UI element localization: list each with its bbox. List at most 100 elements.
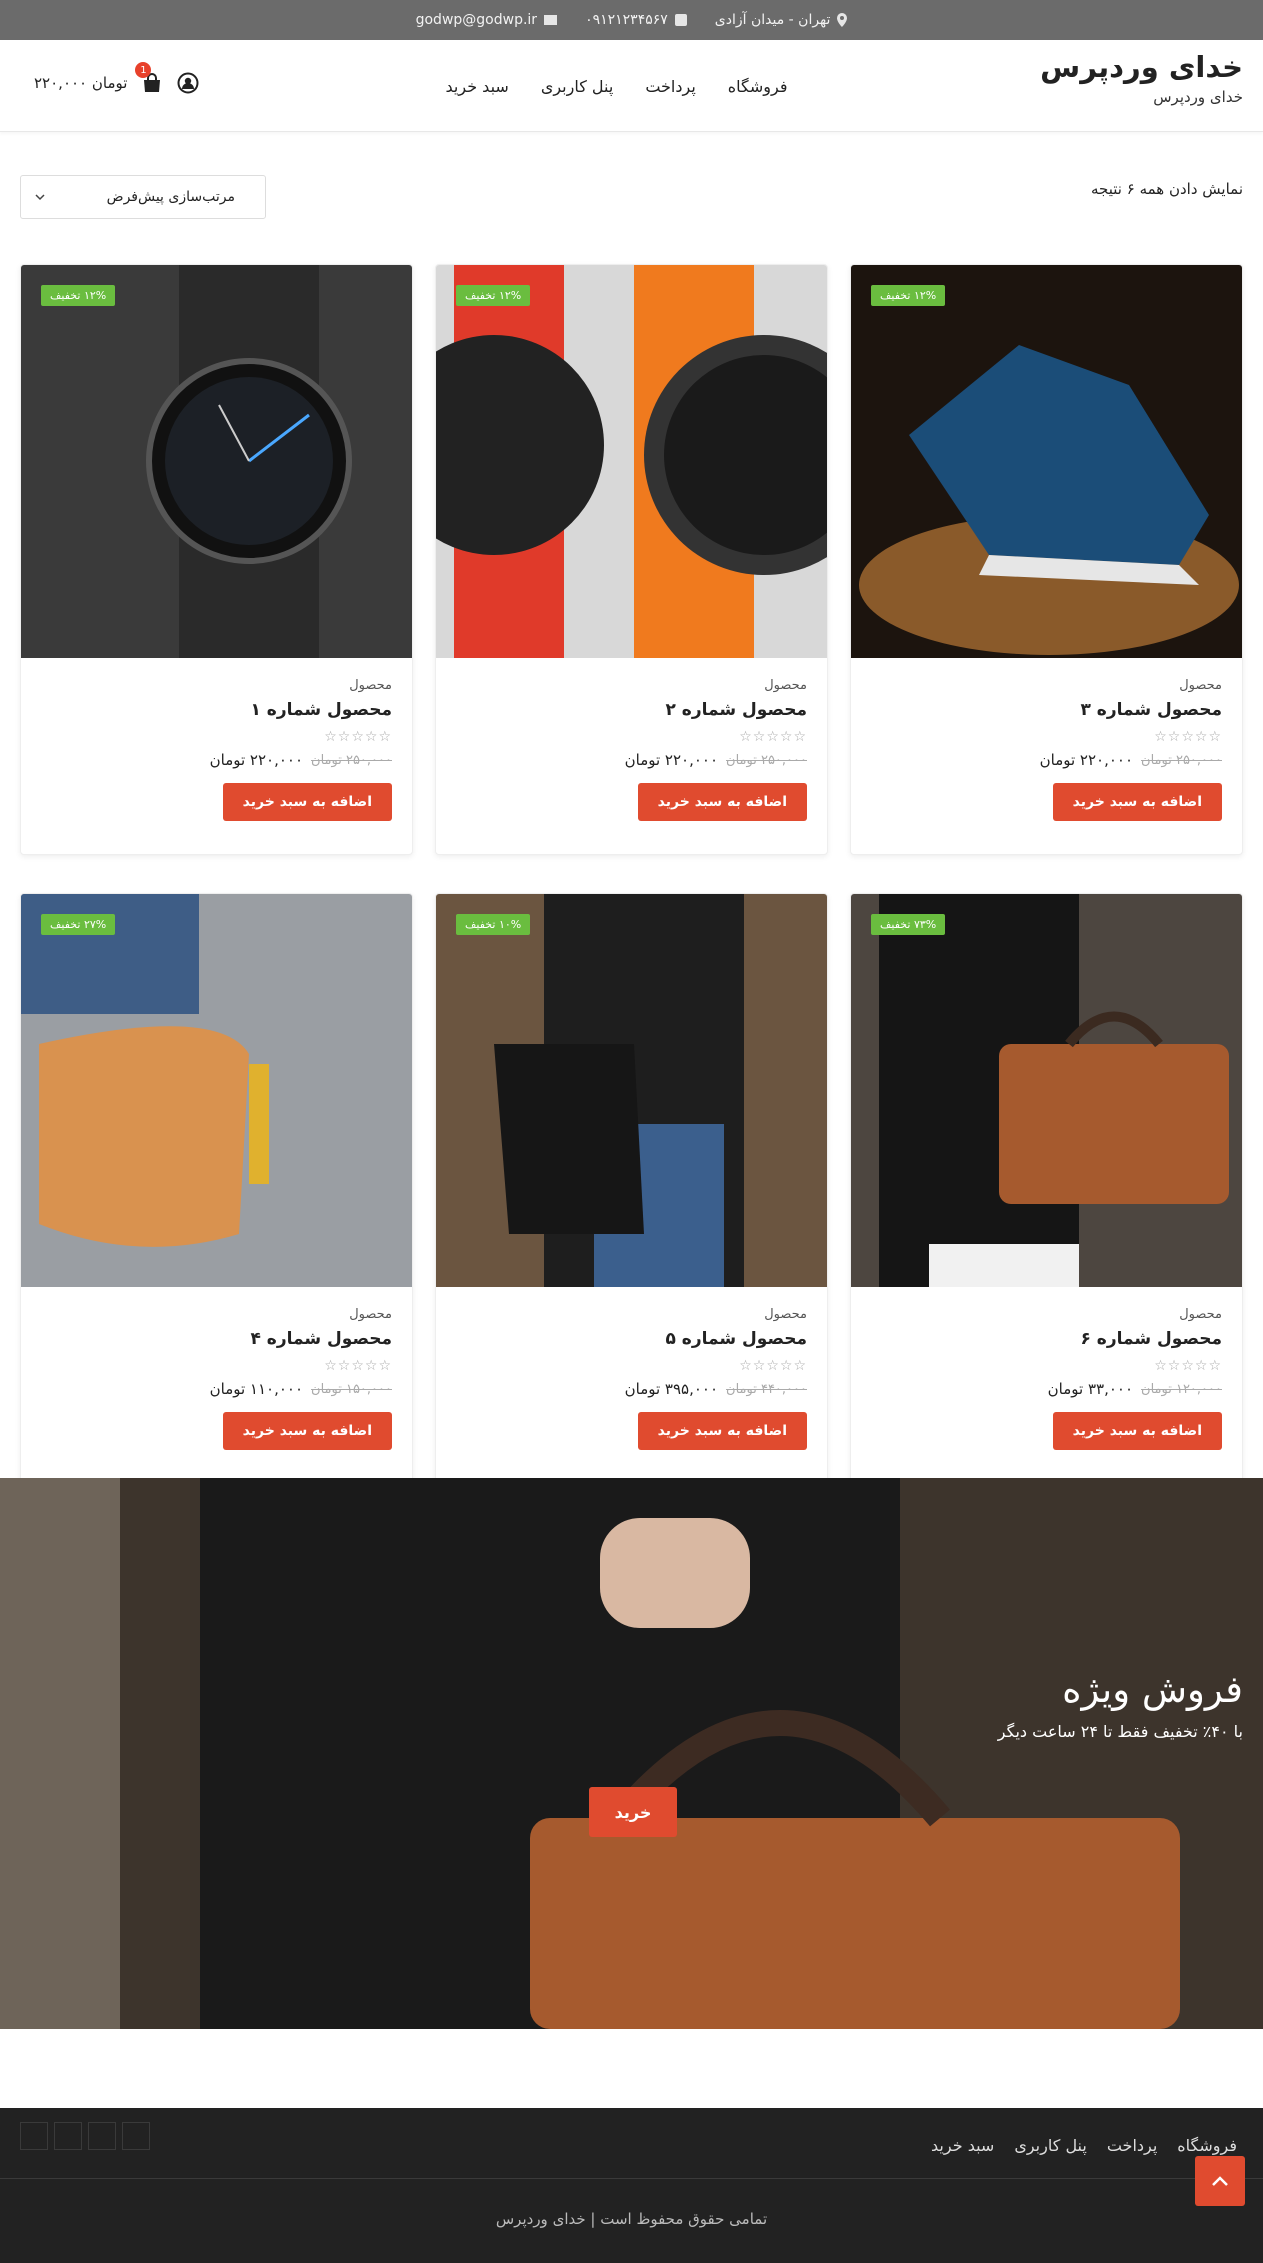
discount-badge: ۱۰% تخفیف	[456, 914, 531, 935]
nav-account[interactable]: پنل کاربری	[541, 77, 614, 96]
product-name[interactable]: محصول شماره ۳	[871, 700, 1223, 720]
footer-nav-account[interactable]: پنل کاربری	[1014, 2136, 1087, 2155]
product-category[interactable]: محصول	[871, 1307, 1222, 1322]
discount-badge: ۷۳% تخفیف	[871, 914, 946, 935]
rating-stars: ☆☆☆☆☆	[1154, 1358, 1222, 1374]
social-icon[interactable]	[54, 2122, 82, 2150]
product-name[interactable]: محصول شماره ۴	[41, 1329, 393, 1349]
sort-select[interactable]: مرتب‌سازی پیش‌فرض	[20, 175, 266, 219]
social-icon[interactable]	[122, 2122, 150, 2150]
product-image[interactable]	[435, 265, 827, 658]
rating-stars: ☆☆☆☆☆	[324, 1358, 392, 1374]
product-grid: ۱۲% تخفیف محصول محصول شماره ۱ ☆☆☆☆☆ ۲۵۰,…	[20, 264, 1243, 1483]
add-to-cart-button[interactable]: اضافه به سبد خرید	[1052, 783, 1222, 821]
old-price: ۱۲۰,۰۰۰ تومان	[1141, 1381, 1222, 1397]
product-image[interactable]	[850, 894, 1242, 1287]
product-info: محصول محصول شماره ۶ ☆☆☆☆☆ ۱۲۰,۰۰۰ تومان …	[851, 1287, 1242, 1450]
product-card[interactable]: ۲۷% تخفیف محصول محصول شماره ۴ ☆☆☆☆☆ ۱۵۰,…	[20, 893, 413, 1483]
old-price: ۲۵۰,۰۰۰ تومان	[1141, 752, 1222, 768]
chevron-up-icon	[1212, 2176, 1228, 2186]
sale-price: ۲۲۰,۰۰۰ تومان	[209, 751, 304, 769]
shop-toolbar: نمایش دادن همه ۶ نتیجه مرتب‌سازی پیش‌فرض	[0, 132, 1263, 242]
product-category[interactable]: محصول	[456, 678, 807, 693]
sale-price: ۳۳,۰۰۰ تومان	[1047, 1380, 1134, 1398]
discount-badge: ۱۲% تخفیف	[41, 285, 116, 306]
product-name[interactable]: محصول شماره ۶	[871, 1329, 1223, 1349]
nav-shop[interactable]: فروشگاه	[728, 77, 788, 96]
rating-stars: ☆☆☆☆☆	[739, 729, 807, 745]
add-to-cart-button[interactable]: اضافه به سبد خرید	[222, 783, 392, 821]
footer-nav-shop[interactable]: فروشگاه	[1177, 2136, 1237, 2155]
site-footer: فروشگاه پرداخت پنل کاربری سبد خرید تمامی…	[0, 2108, 1263, 2263]
product-category[interactable]: محصول	[41, 1307, 392, 1322]
old-price: ۴۴۰,۰۰۰ تومان	[726, 1381, 807, 1397]
address-text: تهران - میدان آزادی	[714, 12, 831, 28]
product-info: محصول محصول شماره ۳ ☆☆☆☆☆ ۲۵۰,۰۰۰ تومان …	[851, 658, 1242, 821]
promo-banner: فروش ویژه با ۴۰٪ تخفیف فقط تا ۲۴ ساعت دی…	[0, 1478, 1263, 2029]
sale-price: ۲۲۰,۰۰۰ تومان	[1039, 751, 1134, 769]
phone-text[interactable]: ۰۹۱۲۱۲۳۴۵۶۷	[585, 12, 668, 28]
footer-nav-checkout[interactable]: پرداخت	[1107, 2136, 1157, 2155]
product-name[interactable]: محصول شماره ۱	[41, 700, 393, 720]
old-price: ۱۵۰,۰۰۰ تومان	[311, 1381, 392, 1397]
email-item[interactable]: godwp@godwp.ir	[416, 12, 558, 28]
product-category[interactable]: محصول	[41, 678, 392, 693]
discount-badge: ۱۲% تخفیف	[456, 285, 531, 306]
product-name[interactable]: محصول شماره ۵	[456, 1329, 808, 1349]
product-image[interactable]	[20, 265, 412, 658]
add-to-cart-button[interactable]: اضافه به سبد خرید	[1052, 1412, 1222, 1450]
footer-divider	[0, 2178, 1263, 2179]
product-category[interactable]: محصول	[871, 678, 1222, 693]
product-image[interactable]	[435, 894, 827, 1287]
product-name[interactable]: محصول شماره ۲	[456, 700, 808, 720]
buy-button[interactable]: خرید	[589, 1787, 677, 1837]
product-card[interactable]: ۷۳% تخفیف محصول محصول شماره ۶ ☆☆☆☆☆ ۱۲۰,…	[850, 893, 1243, 1483]
top-bar: تهران - میدان آزادی ۰۹۱۲۱۲۳۴۵۶۷ godwp@go…	[0, 0, 1263, 40]
email-text[interactable]: godwp@godwp.ir	[416, 12, 537, 28]
product-info: محصول محصول شماره ۲ ☆☆☆☆☆ ۲۵۰,۰۰۰ تومان …	[436, 658, 827, 821]
address-item: تهران - میدان آزادی	[715, 12, 848, 28]
scroll-to-top-button[interactable]	[1195, 2156, 1245, 2206]
cart-button[interactable]: 1	[135, 62, 163, 94]
add-to-cart-button[interactable]: اضافه به سبد خرید	[637, 1412, 807, 1450]
result-count: نمایش دادن همه ۶ نتیجه	[1091, 180, 1243, 198]
site-header: خدای وردپرس خدای وردپرس فروشگاه پرداخت پ…	[0, 40, 1263, 132]
social-icon[interactable]	[20, 2122, 48, 2150]
add-to-cart-button[interactable]: اضافه به سبد خرید	[222, 1412, 392, 1450]
promo-background-image	[0, 1478, 1263, 2029]
product-image[interactable]	[850, 265, 1242, 658]
product-image[interactable]	[20, 894, 412, 1287]
product-card[interactable]: ۱۲% تخفیف محصول محصول شماره ۱ ☆☆☆☆☆ ۲۵۰,…	[20, 264, 413, 855]
product-price: ۱۵۰,۰۰۰ تومان ۱۱۰,۰۰۰ تومان	[41, 1380, 392, 1398]
cart-total[interactable]: ۲۲۰,۰۰۰ تومان	[34, 74, 127, 92]
nav-cart[interactable]: سبد خرید	[446, 77, 509, 96]
footer-nav-cart[interactable]: سبد خرید	[931, 2136, 994, 2155]
add-to-cart-button[interactable]: اضافه به سبد خرید	[637, 783, 807, 821]
product-category[interactable]: محصول	[456, 1307, 807, 1322]
sort-value: مرتب‌سازی پیش‌فرض	[106, 189, 235, 205]
phone-icon	[674, 14, 687, 26]
nav-checkout[interactable]: پرداخت	[645, 77, 695, 96]
footer-nav: فروشگاه پرداخت پنل کاربری سبد خرید	[931, 2136, 1237, 2155]
copyright-text: تمامی حقوق محفوظ است | خدای وردپرس	[495, 2210, 768, 2228]
product-price: ۲۵۰,۰۰۰ تومان ۲۲۰,۰۰۰ تومان	[456, 751, 807, 769]
sale-price: ۳۹۵,۰۰۰ تومان	[624, 1380, 719, 1398]
envelope-icon	[544, 15, 558, 25]
social-links	[20, 2122, 150, 2150]
product-info: محصول محصول شماره ۴ ☆☆☆☆☆ ۱۵۰,۰۰۰ تومان …	[21, 1287, 412, 1450]
discount-badge: ۱۲% تخفیف	[871, 285, 946, 306]
old-price: ۲۵۰,۰۰۰ تومان	[726, 752, 807, 768]
social-icon[interactable]	[88, 2122, 116, 2150]
phone-item[interactable]: ۰۹۱۲۱۲۳۴۵۶۷	[585, 12, 687, 28]
product-card[interactable]: ۱۰% تخفیف محصول محصول شماره ۵ ☆☆☆☆☆ ۴۴۰,…	[435, 893, 828, 1483]
header-actions: ۲۲۰,۰۰۰ تومان 1	[34, 40, 199, 126]
promo-title: فروش ویژه	[1062, 1668, 1243, 1711]
rating-stars: ☆☆☆☆☆	[324, 729, 392, 745]
user-account-icon[interactable]	[177, 72, 199, 94]
product-card[interactable]: ۱۲% تخفیف محصول محصول شماره ۲ ☆☆☆☆☆ ۲۵۰,…	[435, 264, 828, 855]
old-price: ۲۵۰,۰۰۰ تومان	[311, 752, 392, 768]
rating-stars: ☆☆☆☆☆	[739, 1358, 807, 1374]
product-card[interactable]: ۱۲% تخفیف محصول محصول شماره ۳ ☆☆☆☆☆ ۲۵۰,…	[850, 264, 1243, 855]
product-price: ۱۲۰,۰۰۰ تومان ۳۳,۰۰۰ تومان	[871, 1380, 1222, 1398]
product-price: ۲۵۰,۰۰۰ تومان ۲۲۰,۰۰۰ تومان	[871, 751, 1222, 769]
